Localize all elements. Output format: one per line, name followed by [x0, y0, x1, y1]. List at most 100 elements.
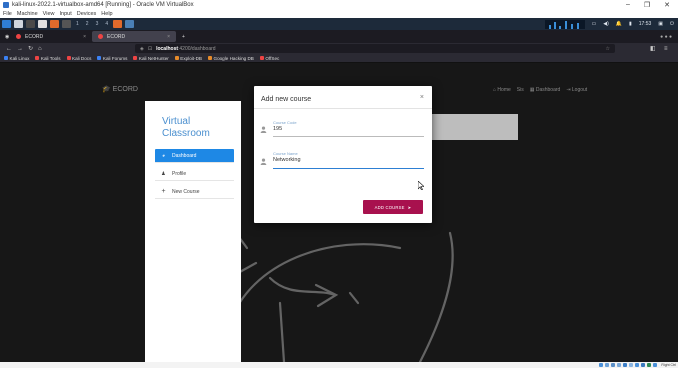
kali-menu-icon[interactable]: [2, 20, 11, 28]
desktop-icon[interactable]: [14, 20, 23, 28]
menu-devices[interactable]: Devices: [77, 11, 97, 17]
ecord-favicon: [98, 34, 103, 39]
browser-tab-bar: ◉ ECORD × ECORD × + ● ● ●: [0, 30, 678, 43]
close-tab-icon[interactable]: ×: [83, 34, 86, 40]
audio-icon[interactable]: [611, 363, 616, 367]
site-brand[interactable]: 🎓 ECORD: [102, 85, 138, 93]
maximize-button[interactable]: ❐: [644, 1, 650, 9]
menu-machine[interactable]: Machine: [17, 11, 38, 17]
workspace-3[interactable]: 3: [94, 21, 101, 27]
hdd-icon[interactable]: [599, 363, 604, 367]
firefox-view-icon[interactable]: ◉: [0, 31, 10, 42]
plus-icon: +: [161, 188, 166, 195]
url-text: localhost:4200/dashboard: [156, 45, 216, 52]
minimize-button[interactable]: –: [626, 1, 630, 9]
course-code-label: Course Code: [273, 120, 297, 125]
sidebar-item-new-course[interactable]: + New Course: [155, 185, 234, 199]
bookmark-kali-docs[interactable]: Kali Docs: [66, 56, 91, 61]
menu-view[interactable]: View: [43, 11, 55, 17]
menu-help[interactable]: Help: [101, 11, 112, 17]
new-tab-button[interactable]: +: [176, 31, 191, 42]
clock: 17:53: [638, 21, 652, 27]
bookmark-kali-nethunter[interactable]: Kali NetHunter: [133, 56, 169, 61]
bookmark-star-icon[interactable]: ☆: [606, 46, 615, 52]
course-name-value: Networking: [273, 157, 301, 163]
bookmark-icon: [259, 56, 264, 61]
menu-input[interactable]: Input: [60, 11, 72, 17]
file-manager-icon[interactable]: [38, 20, 47, 28]
host-key-label: Right Ctrl: [661, 363, 676, 367]
modal-title: Add new course: [261, 96, 312, 103]
browser-nav-bar: ← → ↻ ⌂ ◈ ⊡ localhost:4200/dashboard ☆ ◧…: [0, 43, 678, 54]
display-status-icon[interactable]: [635, 363, 640, 367]
panel-tray: ▭ ◀) 🔔 ▮ 17:53 ▣ ⏻: [544, 19, 678, 29]
bookmark-google-hacking-db[interactable]: Google Hacking DB: [208, 56, 254, 61]
sidebar: Virtual Classroom ◕ Dashboard ♟ Profile …: [145, 101, 241, 362]
optical-icon[interactable]: [605, 363, 610, 367]
cpu-status-icon[interactable]: [647, 363, 652, 367]
user-icon: ♟: [161, 170, 166, 177]
bookmark-kali-forums[interactable]: Kali Forums: [97, 56, 127, 61]
course-code-input[interactable]: [273, 136, 424, 137]
url-input[interactable]: ◈ ⊡ localhost:4200/dashboard ☆: [135, 44, 615, 53]
firefox-task-icon[interactable]: [113, 20, 123, 28]
power-icon[interactable]: ⏻: [670, 21, 674, 27]
bookmark-offsec[interactable]: OffSec: [259, 56, 279, 61]
usb-icon[interactable]: [623, 363, 628, 367]
bookmark-kali-linux[interactable]: Kali Linux: [4, 56, 29, 61]
volume-icon[interactable]: ◀): [603, 21, 609, 27]
display-icon[interactable]: ▭: [592, 21, 597, 27]
recording-icon[interactable]: [641, 363, 646, 367]
workspace-4[interactable]: 4: [103, 21, 110, 27]
site-nav: ⌂ Home Sis ▦ Dashboard ⇥ Logout: [493, 87, 587, 93]
tab-ecord-2[interactable]: ECORD ×: [92, 31, 176, 42]
back-icon[interactable]: ←: [6, 46, 12, 52]
bookmark-exploit-db[interactable]: Exploit-DB: [174, 56, 202, 61]
bookmark-icon: [174, 56, 179, 61]
tab-ecord-1[interactable]: ECORD ×: [10, 31, 92, 42]
text-editor-icon[interactable]: [62, 20, 71, 28]
firefox-icon[interactable]: [50, 20, 59, 28]
mouse-cursor: [418, 181, 424, 190]
menu-icon[interactable]: ≡: [664, 46, 668, 52]
bookmark-icon: [66, 56, 71, 61]
network-icon[interactable]: [617, 363, 622, 367]
taskbar-icon[interactable]: [125, 20, 135, 28]
reload-icon[interactable]: ↻: [28, 45, 33, 52]
menu-file[interactable]: File: [3, 11, 12, 17]
mouse-integration-icon[interactable]: [653, 363, 658, 367]
add-course-modal: Add new course × Course Code 195 Course …: [254, 86, 432, 223]
home-icon[interactable]: ⌂: [38, 46, 42, 52]
course-name-input[interactable]: [273, 168, 424, 169]
forward-icon[interactable]: →: [17, 46, 23, 52]
shared-folders-icon[interactable]: [629, 363, 634, 367]
nav-logout[interactable]: ⇥ Logout: [566, 87, 587, 93]
person-icon: [260, 158, 267, 165]
tab-controls-icon[interactable]: ● ● ●: [660, 34, 678, 40]
modal-close-button[interactable]: ×: [420, 94, 424, 101]
content-panel: [431, 114, 518, 140]
workspace-2[interactable]: 2: [84, 21, 91, 27]
close-tab-icon[interactable]: ×: [167, 34, 170, 40]
window-controls: – ❐ ✕: [626, 1, 678, 9]
nav-dashboard[interactable]: ▦ Dashboard: [530, 87, 561, 93]
lock-icon: ⊡: [147, 45, 153, 52]
tab-label: ECORD: [107, 33, 126, 40]
sidebar-title: Virtual Classroom: [162, 116, 210, 139]
lock-icon[interactable]: ▣: [658, 21, 663, 27]
sidebar-item-dashboard[interactable]: ◕ Dashboard: [155, 149, 234, 163]
battery-icon[interactable]: ▮: [629, 21, 632, 27]
terminal-icon[interactable]: [26, 20, 35, 28]
nav-home[interactable]: ⌂ Home: [493, 87, 511, 93]
course-name-label: Course Name: [273, 151, 298, 156]
add-course-button[interactable]: ADD COURSE ➤: [363, 200, 423, 214]
nav-sis[interactable]: Sis: [517, 87, 524, 93]
extensions-icon[interactable]: ◧: [650, 45, 656, 52]
close-window-button[interactable]: ✕: [664, 1, 670, 9]
bookmark-kali-tools[interactable]: Kali Tools: [35, 56, 61, 61]
bookmark-icon: [97, 56, 102, 61]
sidebar-item-profile[interactable]: ♟ Profile: [155, 167, 234, 181]
workspace-1[interactable]: 1: [74, 21, 81, 27]
notification-icon[interactable]: 🔔: [616, 21, 622, 27]
person-icon: [260, 126, 267, 133]
